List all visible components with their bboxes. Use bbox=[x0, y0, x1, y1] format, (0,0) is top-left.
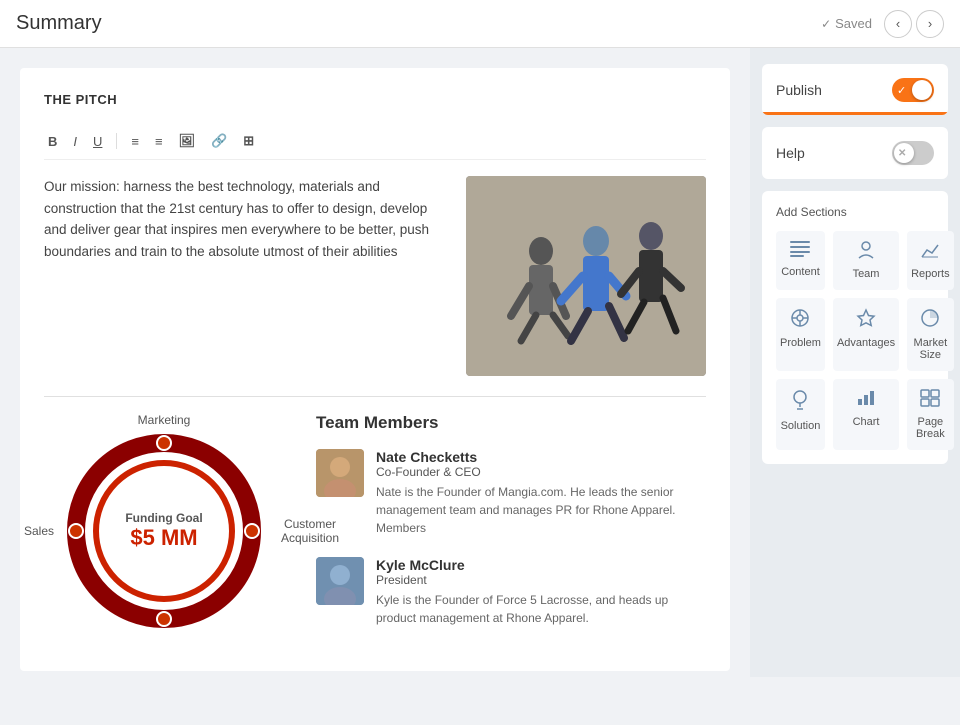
donut-center-value: $5 MM bbox=[125, 525, 202, 551]
help-card: Help ✕ bbox=[762, 127, 948, 179]
team-section: Team Members N bbox=[316, 413, 706, 647]
toggle-knob bbox=[912, 80, 932, 100]
donut-center-label: Funding Goal bbox=[125, 511, 202, 525]
publish-label: Publish bbox=[776, 82, 822, 98]
team-icon bbox=[856, 241, 876, 264]
help-row: Help ✕ bbox=[776, 141, 934, 165]
underline-button[interactable]: U bbox=[89, 132, 106, 151]
add-sections-title: Add Sections bbox=[776, 205, 934, 219]
toolbar-separator-1 bbox=[116, 133, 117, 149]
nav-arrows: ‹ › bbox=[884, 10, 944, 38]
team-btn-label: Team bbox=[853, 268, 880, 280]
embed-button[interactable]: ⊞ bbox=[239, 131, 258, 151]
chart-icon bbox=[856, 389, 876, 412]
saved-indicator: ✓ Saved bbox=[821, 16, 872, 31]
donut-top-label: Marketing bbox=[44, 413, 284, 427]
reports-icon bbox=[920, 241, 940, 264]
section-btn-chart[interactable]: Chart bbox=[833, 379, 899, 450]
bold-button[interactable]: B bbox=[44, 132, 61, 151]
section-btn-advantages[interactable]: Advantages bbox=[833, 298, 899, 371]
add-sections-card: Add Sections Content Team bbox=[762, 191, 948, 464]
donut-right-label: CustomerAcquisition bbox=[281, 517, 339, 545]
publish-bar bbox=[762, 112, 948, 115]
pitch-text[interactable]: Our mission: harness the best technology… bbox=[44, 176, 446, 376]
content-panel: THE PITCH B I U ≡ ≡ 🖼 🔗 ⊞ Our mission: h… bbox=[20, 68, 730, 671]
market-size-icon bbox=[920, 308, 940, 333]
editor-body: Our mission: harness the best technology… bbox=[44, 176, 706, 376]
image-button[interactable]: 🖼 bbox=[175, 131, 200, 151]
content-btn-label: Content bbox=[781, 266, 820, 278]
problem-btn-label: Problem bbox=[780, 337, 821, 349]
help-label: Help bbox=[776, 145, 805, 161]
header-actions: ✓ Saved ‹ › bbox=[821, 10, 944, 38]
sections-grid: Content Team bbox=[776, 231, 934, 450]
member-bio-2: Kyle is the Founder of Force 5 Lacrosse,… bbox=[376, 591, 706, 627]
page-break-btn-label: Page Break bbox=[911, 416, 950, 440]
ul-button[interactable]: ≡ bbox=[127, 132, 143, 151]
section-btn-page-break[interactable]: Page Break bbox=[907, 379, 954, 450]
team-member-1: Nate Checketts Co-Founder & CEO Nate is … bbox=[316, 449, 706, 537]
donut-center: Funding Goal $5 MM bbox=[125, 511, 202, 551]
section-btn-problem[interactable]: Problem bbox=[776, 298, 825, 371]
editor-toolbar: B I U ≡ ≡ 🖼 🔗 ⊞ bbox=[44, 123, 706, 160]
avatar-icon-2 bbox=[316, 557, 364, 605]
content-icon bbox=[790, 241, 810, 262]
content-area: THE PITCH B I U ≡ ≡ 🖼 🔗 ⊞ Our mission: h… bbox=[0, 48, 750, 677]
saved-text: Saved bbox=[835, 16, 872, 31]
member-bio-1: Nate is the Founder of Mangia.com. He le… bbox=[376, 483, 706, 537]
publish-toggle[interactable]: ✓ bbox=[892, 78, 934, 102]
solution-btn-label: Solution bbox=[781, 420, 821, 432]
donut-left-label: Sales bbox=[24, 524, 54, 538]
section-btn-solution[interactable]: Solution bbox=[776, 379, 825, 450]
section-divider bbox=[44, 396, 706, 397]
solution-icon bbox=[790, 389, 810, 416]
header: Summary ✓ Saved ‹ › bbox=[0, 0, 960, 48]
nav-prev-button[interactable]: ‹ bbox=[884, 10, 912, 38]
page-break-icon bbox=[920, 389, 940, 412]
member-avatar-1 bbox=[316, 449, 364, 497]
member-title-1: Co-Founder & CEO bbox=[376, 465, 706, 479]
page-title: Summary bbox=[16, 12, 102, 35]
problem-icon bbox=[790, 308, 810, 333]
market-size-btn-label: Market Size bbox=[911, 337, 950, 361]
section-btn-reports[interactable]: Reports bbox=[907, 231, 954, 290]
member-name-1: Nate Checketts bbox=[376, 449, 706, 465]
member-title-2: President bbox=[376, 573, 706, 587]
section-btn-content[interactable]: Content bbox=[776, 231, 825, 290]
avatar-icon-1 bbox=[316, 449, 364, 497]
ol-button[interactable]: ≡ bbox=[151, 132, 167, 151]
team-title: Team Members bbox=[316, 413, 706, 433]
publish-row: Publish ✓ bbox=[776, 78, 934, 102]
lower-section: Marketing bbox=[44, 413, 706, 647]
nav-next-button[interactable]: › bbox=[916, 10, 944, 38]
toggle-check-icon: ✓ bbox=[897, 84, 906, 97]
help-toggle-x-icon: ✕ bbox=[898, 148, 929, 159]
team-member-2: Kyle McClure President Kyle is the Found… bbox=[316, 557, 706, 627]
section-btn-team[interactable]: Team bbox=[833, 231, 899, 290]
member-info-1: Nate Checketts Co-Founder & CEO Nate is … bbox=[376, 449, 706, 537]
pitch-section-title: THE PITCH bbox=[44, 92, 706, 107]
member-name-2: Kyle McClure bbox=[376, 557, 706, 573]
link-button[interactable]: 🔗 bbox=[207, 131, 231, 151]
main-layout: THE PITCH B I U ≡ ≡ 🖼 🔗 ⊞ Our mission: h… bbox=[0, 48, 960, 677]
advantages-icon bbox=[856, 308, 876, 333]
check-icon: ✓ bbox=[821, 17, 831, 31]
donut-wrapper: Sales CustomerAcquisition Funding Goal $… bbox=[64, 431, 264, 631]
member-info-2: Kyle McClure President Kyle is the Found… bbox=[376, 557, 706, 627]
section-btn-market-size[interactable]: Market Size bbox=[907, 298, 954, 371]
help-toggle[interactable]: ✕ bbox=[892, 141, 934, 165]
member-avatar-2 bbox=[316, 557, 364, 605]
advantages-btn-label: Advantages bbox=[837, 337, 895, 349]
italic-button[interactable]: I bbox=[69, 132, 81, 151]
publish-card: Publish ✓ bbox=[762, 64, 948, 115]
pitch-image bbox=[466, 176, 706, 376]
reports-btn-label: Reports bbox=[911, 268, 950, 280]
chart-btn-label: Chart bbox=[853, 416, 880, 428]
sidebar: Publish ✓ Help ✕ Add Sections bbox=[750, 48, 960, 677]
donut-chart-container: Marketing bbox=[44, 413, 284, 631]
